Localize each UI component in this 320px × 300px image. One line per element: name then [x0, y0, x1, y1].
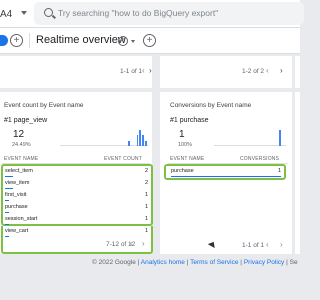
sparkline-chart [214, 128, 286, 146]
chevron-left-icon[interactable]: ‹ [266, 240, 269, 249]
privacy-link[interactable]: Privacy Policy [244, 259, 284, 266]
event-name: purchase [171, 168, 194, 174]
page-title: Realtime overview [36, 34, 126, 46]
card-title: Event count by Event name [4, 102, 84, 109]
top-conversion-percent: 100% [178, 142, 193, 148]
top-event-value: 12 [13, 129, 25, 140]
chevron-down-icon[interactable] [131, 40, 135, 43]
sparkline-chart [60, 128, 148, 146]
chevron-right-icon[interactable]: › [280, 240, 283, 249]
table-row[interactable]: view_cart 1 [3, 226, 151, 240]
sparkline-bar [139, 130, 142, 146]
sparkline-baseline [60, 145, 148, 146]
column-header-event-count: EVENT COUNT [104, 156, 142, 162]
table-row[interactable]: purchase 1 [166, 166, 284, 180]
feedback-link[interactable]: Se [290, 259, 298, 266]
event-table-highlight-bottom: view_cart 1 7-12 of 12 ‹ › [1, 226, 153, 254]
sparkline-bar [128, 140, 130, 146]
pager-label: 1-1 of 1 [242, 242, 265, 249]
chevron-down-icon[interactable] [21, 11, 27, 15]
event-name: view_cart [5, 228, 29, 234]
event-count: 2 [144, 180, 148, 186]
sparkline-bar [279, 130, 281, 146]
event-count: 1 [144, 192, 148, 198]
column-header-event-name: EVENT NAME [170, 156, 205, 162]
event-name: session_start [5, 216, 38, 222]
analytics-home-link[interactable]: Analytics home [141, 259, 185, 266]
top-right-card [160, 56, 292, 88]
search-placeholder[interactable]: Try searching "how to do BigQuery export… [58, 8, 218, 18]
event-name: first_visit [5, 192, 27, 198]
edge-card [295, 92, 300, 254]
column-header-conversions: CONVERSIONS [240, 156, 280, 162]
chevron-right-icon[interactable]: › [142, 239, 145, 248]
conversion-count: 1 [277, 168, 281, 174]
top-event-label: #1 page_view [4, 117, 48, 124]
chevron-right-icon[interactable]: › [280, 66, 283, 75]
footer-separator: | [286, 259, 288, 266]
event-count: 2 [144, 168, 148, 174]
top-conversion-value: 1 [179, 129, 185, 140]
add-comparison-button[interactable]: + [10, 34, 23, 47]
top-event-percent: 24.49% [12, 142, 31, 148]
event-count: 1 [144, 228, 148, 234]
event-count: 1 [144, 216, 148, 222]
sparkline-baseline [214, 145, 286, 146]
footer-separator: | [240, 259, 242, 266]
chevron-left-icon[interactable]: ‹ [130, 239, 133, 248]
pager-label: 1-2 of 2 [242, 68, 265, 75]
sparkline-bar [142, 135, 144, 146]
event-table-highlight: select_item 2 view_item 2 first_visit 1 … [1, 164, 153, 226]
top-edge-card [295, 56, 300, 88]
conversion-bar [171, 176, 281, 178]
terms-link[interactable]: Terms of Service [190, 259, 238, 266]
copyright-text: © 2022 Google | [92, 259, 140, 266]
footer-separator: | [186, 259, 189, 266]
chevron-right-icon[interactable]: › [149, 66, 152, 75]
top-conversion-label: #1 purchase [170, 117, 209, 124]
column-header-event-name: EVENT NAME [4, 156, 39, 162]
check-circle-icon[interactable]: ✓ [118, 36, 128, 46]
search-icon [44, 8, 53, 17]
event-name: view_item [5, 180, 30, 186]
property-label[interactable]: A4 [0, 9, 12, 20]
sparkline-bar [136, 135, 139, 146]
footer: © 2022 Google | Analytics home | Terms o… [92, 259, 298, 266]
chevron-left-icon[interactable]: ‹ [266, 66, 269, 75]
sparkline-bar [145, 140, 147, 146]
event-count: 1 [144, 204, 148, 210]
event-count-bar [5, 236, 9, 238]
add-card-button[interactable]: + [143, 34, 156, 47]
chevron-left-icon[interactable]: ‹ [142, 66, 145, 75]
card-title: Conversions by Event name [170, 102, 252, 109]
event-name: purchase [5, 204, 28, 210]
pager-label: 1-1 of 1 [120, 68, 143, 75]
event-name: select_item [5, 168, 33, 174]
divider [29, 33, 30, 48]
conversion-table-highlight: purchase 1 [164, 164, 286, 180]
